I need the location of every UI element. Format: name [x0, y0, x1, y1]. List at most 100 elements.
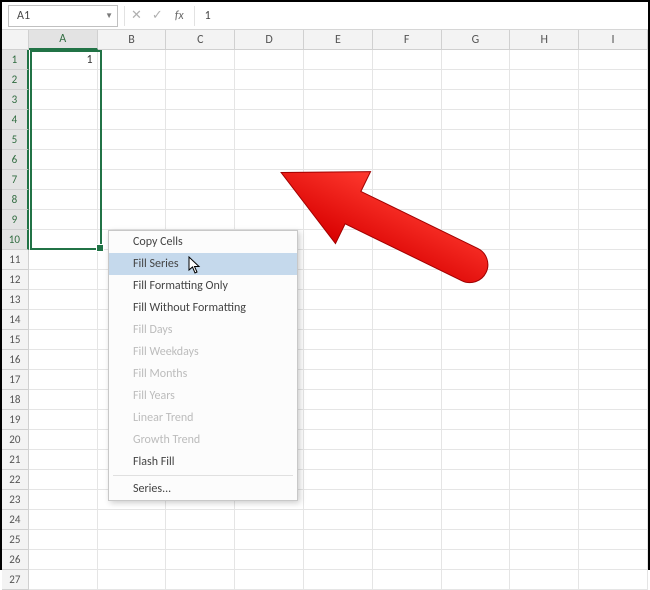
cell-A4[interactable] — [29, 110, 98, 130]
cell-C2[interactable] — [166, 70, 235, 90]
cell-I24[interactable] — [579, 510, 648, 530]
row-header-1[interactable]: 1 — [2, 50, 29, 70]
cell-G8[interactable] — [442, 190, 511, 210]
column-header-H[interactable]: H — [510, 30, 579, 50]
cell-A27[interactable] — [29, 570, 98, 590]
cell-G21[interactable] — [442, 450, 511, 470]
row-header-4[interactable]: 4 — [2, 110, 29, 130]
cell-F4[interactable] — [373, 110, 442, 130]
cell-H5[interactable] — [510, 130, 579, 150]
cell-E19[interactable] — [304, 410, 373, 430]
row-header-7[interactable]: 7 — [2, 170, 29, 190]
cell-F12[interactable] — [373, 270, 442, 290]
confirm-icon[interactable]: ✓ — [152, 8, 163, 23]
cell-H20[interactable] — [510, 430, 579, 450]
column-header-D[interactable]: D — [235, 30, 304, 50]
cell-F18[interactable] — [373, 390, 442, 410]
name-box[interactable]: A1 ▼ — [8, 5, 118, 27]
row-header-9[interactable]: 9 — [2, 210, 29, 230]
cell-F27[interactable] — [373, 570, 442, 590]
cell-G3[interactable] — [442, 90, 511, 110]
cell-C27[interactable] — [166, 570, 235, 590]
row-header-18[interactable]: 18 — [2, 390, 29, 410]
cell-I5[interactable] — [579, 130, 648, 150]
cell-D25[interactable] — [235, 530, 304, 550]
cancel-icon[interactable]: ✕ — [131, 8, 142, 23]
cell-H2[interactable] — [510, 70, 579, 90]
cell-E1[interactable] — [304, 50, 373, 70]
cell-B6[interactable] — [98, 150, 167, 170]
cell-I23[interactable] — [579, 490, 648, 510]
cell-G24[interactable] — [442, 510, 511, 530]
cell-I13[interactable] — [579, 290, 648, 310]
cell-B3[interactable] — [98, 90, 167, 110]
cell-H6[interactable] — [510, 150, 579, 170]
cell-G16[interactable] — [442, 350, 511, 370]
cell-A8[interactable] — [29, 190, 98, 210]
cell-A16[interactable] — [29, 350, 98, 370]
row-header-17[interactable]: 17 — [2, 370, 29, 390]
cell-G5[interactable] — [442, 130, 511, 150]
row-header-10[interactable]: 10 — [2, 230, 29, 250]
cell-E21[interactable] — [304, 450, 373, 470]
cell-E3[interactable] — [304, 90, 373, 110]
cell-H19[interactable] — [510, 410, 579, 430]
cell-I18[interactable] — [579, 390, 648, 410]
row-header-21[interactable]: 21 — [2, 450, 29, 470]
cell-A18[interactable] — [29, 390, 98, 410]
cell-F1[interactable] — [373, 50, 442, 70]
cell-E23[interactable] — [304, 490, 373, 510]
cell-I26[interactable] — [579, 550, 648, 570]
cell-E10[interactable] — [304, 230, 373, 250]
cell-H11[interactable] — [510, 250, 579, 270]
cell-C24[interactable] — [166, 510, 235, 530]
cell-I11[interactable] — [579, 250, 648, 270]
cell-H13[interactable] — [510, 290, 579, 310]
cell-E6[interactable] — [304, 150, 373, 170]
cell-G10[interactable] — [442, 230, 511, 250]
cell-G27[interactable] — [442, 570, 511, 590]
cell-I15[interactable] — [579, 330, 648, 350]
cell-E24[interactable] — [304, 510, 373, 530]
cell-B9[interactable] — [98, 210, 167, 230]
cell-F22[interactable] — [373, 470, 442, 490]
cell-B26[interactable] — [98, 550, 167, 570]
cell-I10[interactable] — [579, 230, 648, 250]
cell-C4[interactable] — [166, 110, 235, 130]
column-header-E[interactable]: E — [304, 30, 373, 50]
cell-E16[interactable] — [304, 350, 373, 370]
cell-I12[interactable] — [579, 270, 648, 290]
cell-A21[interactable] — [29, 450, 98, 470]
cell-D8[interactable] — [235, 190, 304, 210]
cell-I8[interactable] — [579, 190, 648, 210]
cell-F11[interactable] — [373, 250, 442, 270]
cell-B27[interactable] — [98, 570, 167, 590]
cell-C25[interactable] — [166, 530, 235, 550]
cell-A17[interactable] — [29, 370, 98, 390]
cell-F21[interactable] — [373, 450, 442, 470]
cell-F20[interactable] — [373, 430, 442, 450]
column-header-I[interactable]: I — [579, 30, 648, 50]
cell-G4[interactable] — [442, 110, 511, 130]
cell-I4[interactable] — [579, 110, 648, 130]
cell-D5[interactable] — [235, 130, 304, 150]
cell-E2[interactable] — [304, 70, 373, 90]
cell-I22[interactable] — [579, 470, 648, 490]
cell-E25[interactable] — [304, 530, 373, 550]
cell-A2[interactable] — [29, 70, 98, 90]
cell-H21[interactable] — [510, 450, 579, 470]
cell-D26[interactable] — [235, 550, 304, 570]
cell-A25[interactable] — [29, 530, 98, 550]
cell-E17[interactable] — [304, 370, 373, 390]
cell-I2[interactable] — [579, 70, 648, 90]
cell-I6[interactable] — [579, 150, 648, 170]
cell-G6[interactable] — [442, 150, 511, 170]
row-header-23[interactable]: 23 — [2, 490, 29, 510]
menu-fill-without-formatting[interactable]: Fill Without Formatting — [109, 297, 297, 319]
cell-I21[interactable] — [579, 450, 648, 470]
row-header-8[interactable]: 8 — [2, 190, 29, 210]
row-header-19[interactable]: 19 — [2, 410, 29, 430]
cell-D24[interactable] — [235, 510, 304, 530]
cell-B4[interactable] — [98, 110, 167, 130]
cell-I27[interactable] — [579, 570, 648, 590]
